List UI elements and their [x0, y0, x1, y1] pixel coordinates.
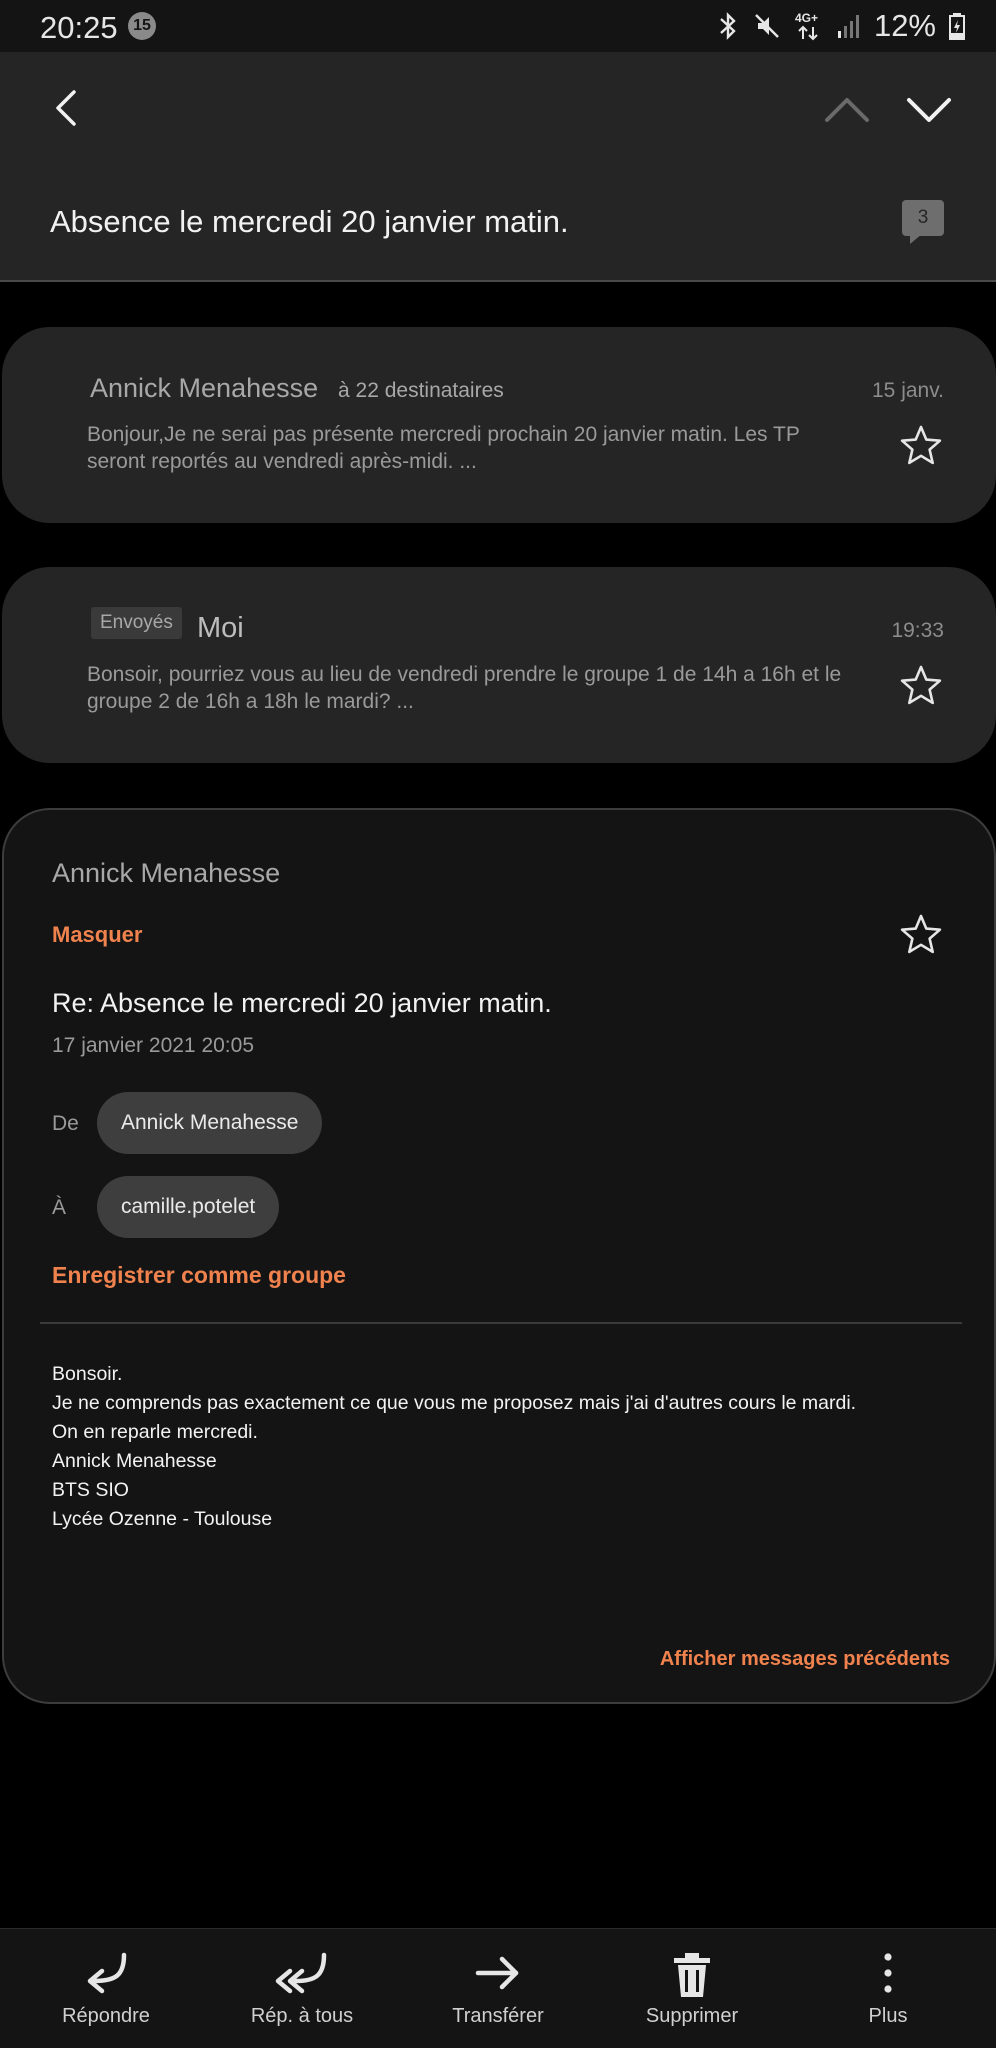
body-line: On en reparle mercredi. — [52, 1421, 258, 1443]
message-body: Bonsoir. Je ne comprends pas exactement … — [52, 1360, 952, 1534]
to-label: À — [52, 1196, 67, 1219]
message-sender: Moi — [197, 612, 244, 644]
previous-thread-button[interactable] — [822, 90, 872, 130]
message-expanded: Annick Menahesse Masquer Re: Absence le … — [2, 808, 996, 1704]
save-as-group-link[interactable]: Enregistrer comme groupe — [52, 1262, 346, 1289]
body-line: BTS SIO — [52, 1479, 129, 1501]
battery-level: 12% — [873, 8, 936, 43]
forward-label: Transférer — [452, 2005, 544, 2027]
to-chip[interactable]: camille.potelet — [97, 1176, 280, 1238]
hide-details-link[interactable]: Masquer — [52, 922, 142, 948]
body-line: Annick Menahesse — [52, 1450, 217, 1472]
notification-count-badge: 15 — [128, 12, 156, 40]
reply-label: Répondre — [62, 2005, 150, 2027]
status-time: 20:25 — [40, 10, 118, 45]
body-line: Je ne comprends pas exactement ce que vo… — [52, 1392, 857, 1414]
next-thread-button[interactable] — [904, 90, 954, 130]
expanded-datetime: 17 janvier 2021 20:05 — [52, 1034, 254, 1057]
message-card-collapsed[interactable]: Envoyés Moi 19:33 Bonsoir, pourriez vous… — [2, 567, 996, 763]
svg-text:4G+: 4G+ — [795, 11, 818, 25]
expanded-sender: Annick Menahesse — [52, 858, 281, 888]
reply-button[interactable]: Répondre — [16, 1929, 196, 2048]
message-preview: Bonjour,Je ne serai pas présente mercred… — [87, 423, 800, 473]
trash-icon — [674, 1953, 710, 1997]
mute-icon — [755, 14, 779, 38]
message-card-collapsed[interactable]: Annick Menahesse à 22 destinataires 15 j… — [2, 327, 996, 523]
signal-icon — [837, 15, 859, 38]
message-preview: Bonsoir, pourriez vous au lieu de vendre… — [87, 663, 842, 713]
star-icon[interactable] — [898, 912, 944, 958]
body-line: Bonsoir. — [52, 1363, 123, 1385]
message-sender: Annick Menahesse — [90, 373, 319, 403]
reply-all-button[interactable]: Rép. à tous — [212, 1929, 392, 2048]
bottom-action-bar: Répondre Rép. à tous Transférer Supprime… — [0, 1928, 996, 2048]
show-previous-messages-link[interactable]: Afficher messages précédents — [660, 1648, 950, 1671]
from-label: De — [52, 1112, 79, 1135]
divider — [40, 1322, 962, 1324]
star-icon[interactable] — [898, 423, 944, 469]
status-icons: 4G+ 12% — [716, 8, 966, 44]
sent-tag: Envoyés — [91, 607, 182, 639]
message-recipients: à 22 destinataires — [338, 379, 504, 402]
delete-button[interactable]: Supprimer — [602, 1929, 782, 2048]
body-line: Lycée Ozenne - Toulouse — [52, 1508, 273, 1530]
reply-all-icon — [275, 1952, 327, 1994]
message-date: 19:33 — [891, 619, 944, 642]
more-button[interactable]: Plus — [798, 1929, 978, 2048]
from-chip[interactable]: Annick Menahesse — [97, 1092, 323, 1154]
network-4g-icon: 4G+ — [795, 11, 818, 41]
status-bar: 20:25 15 4G+ 12% — [0, 0, 996, 52]
message-count-icon: 3 — [902, 200, 946, 246]
more-vertical-icon — [884, 1953, 892, 1993]
forward-button[interactable]: Transférer — [408, 1929, 588, 2048]
message-date: 15 janv. — [872, 379, 944, 402]
bluetooth-icon — [720, 12, 736, 40]
thread-header: Absence le mercredi 20 janvier matin. 3 — [0, 52, 996, 282]
more-label: Plus — [868, 2005, 908, 2027]
delete-label: Supprimer — [645, 2005, 739, 2027]
expanded-subject: Re: Absence le mercredi 20 janvier matin… — [52, 988, 552, 1018]
reply-icon — [87, 1952, 127, 1994]
back-button[interactable] — [44, 84, 92, 132]
message-count: 3 — [902, 200, 944, 236]
forward-arrow-icon — [475, 1956, 519, 1990]
star-icon[interactable] — [898, 663, 944, 709]
thread-title: Absence le mercredi 20 janvier matin. — [50, 204, 569, 239]
battery-charging-icon — [949, 13, 965, 40]
reply-all-label: Rép. à tous — [250, 2005, 354, 2027]
